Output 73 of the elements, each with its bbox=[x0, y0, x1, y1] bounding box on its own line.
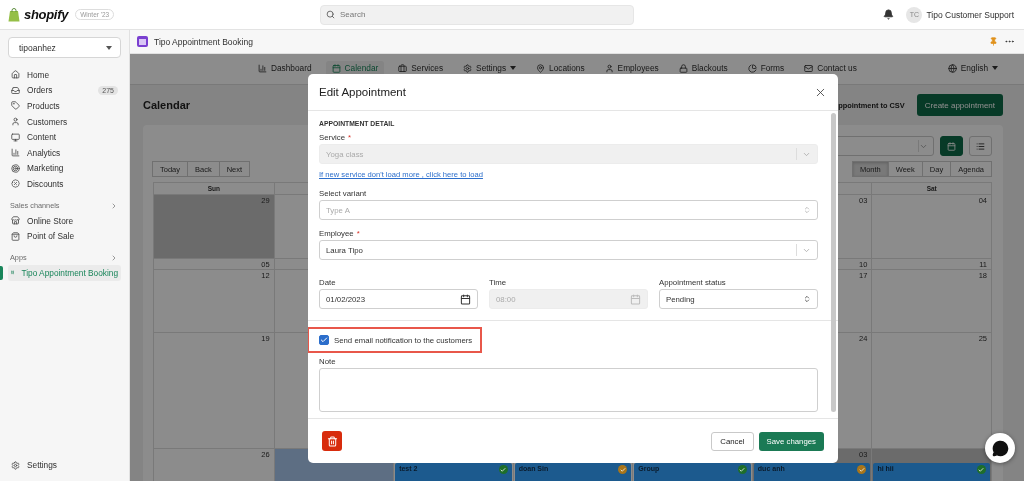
chevron-right-icon bbox=[110, 253, 118, 262]
sidebar-item[interactable]: Content bbox=[8, 129, 121, 145]
create-appointment-button[interactable]: Create appointment bbox=[916, 94, 1003, 116]
home-icon bbox=[11, 70, 20, 80]
globe-icon bbox=[947, 63, 957, 73]
bar-chart-icon bbox=[258, 63, 267, 73]
trash-icon bbox=[326, 435, 338, 447]
nav-tab[interactable]: Employees bbox=[598, 61, 665, 75]
map-pin-icon bbox=[536, 63, 546, 73]
bell-icon[interactable] bbox=[883, 9, 895, 20]
nav-tab[interactable]: Locations bbox=[530, 61, 591, 75]
nav-tab[interactable]: Dashboard bbox=[252, 61, 318, 75]
chevron-right-icon bbox=[110, 201, 118, 210]
dialog-title: Edit Appointment bbox=[319, 86, 406, 98]
notify-checkbox[interactable] bbox=[319, 335, 329, 345]
nav-tab[interactable]: Calendar bbox=[325, 61, 385, 75]
up-down-icon bbox=[803, 206, 811, 214]
lock-icon bbox=[678, 63, 688, 73]
briefcase-icon bbox=[398, 63, 408, 73]
chat-button[interactable] bbox=[985, 433, 1015, 463]
app-icon bbox=[137, 36, 148, 47]
logo-text: shopify bbox=[24, 7, 69, 22]
calendar-icon bbox=[630, 293, 641, 305]
inbox-icon bbox=[11, 85, 20, 95]
caret-down-icon bbox=[992, 66, 998, 70]
note-field[interactable] bbox=[319, 368, 818, 412]
nav-tab[interactable]: Blackouts bbox=[672, 61, 734, 75]
target-icon bbox=[11, 163, 20, 173]
nav-tab[interactable]: Forms bbox=[741, 61, 791, 75]
sidebar-item[interactable]: Products bbox=[8, 98, 121, 114]
sidebar-item[interactable]: Home bbox=[8, 67, 121, 83]
language-selector[interactable]: English bbox=[941, 61, 1004, 75]
list-icon bbox=[976, 141, 985, 151]
nav-tab[interactable]: Contact us bbox=[798, 61, 863, 75]
chat-bubble-icon bbox=[991, 439, 1009, 457]
search-field[interactable]: Search bbox=[320, 4, 634, 25]
percent-badge-icon bbox=[11, 179, 20, 189]
settings-icon bbox=[463, 63, 473, 73]
pin-icon[interactable] bbox=[989, 37, 998, 46]
pie-chart-icon bbox=[747, 63, 757, 73]
sidebar-item[interactable]: Customers bbox=[8, 113, 121, 130]
search-icon bbox=[326, 9, 335, 19]
settings-link[interactable]: Settings bbox=[8, 457, 121, 473]
sidebar-item[interactable]: Point of Sale bbox=[8, 228, 121, 244]
person-icon bbox=[604, 63, 614, 73]
caret-down-icon bbox=[106, 45, 112, 50]
sidebar-item[interactable]: Discounts bbox=[8, 176, 121, 192]
calendar-icon bbox=[460, 293, 471, 305]
sidebar-item[interactable]: Online Store bbox=[8, 212, 121, 229]
nav-tab[interactable]: Services bbox=[392, 61, 450, 75]
up-down-icon bbox=[803, 295, 811, 303]
scrollbar[interactable] bbox=[831, 113, 836, 412]
calendar-view-button[interactable] bbox=[940, 136, 963, 156]
tag-icon bbox=[11, 101, 20, 111]
mail-icon bbox=[804, 63, 814, 73]
person-icon bbox=[11, 117, 20, 127]
list-view-button[interactable] bbox=[969, 136, 992, 156]
shopping-bag-logo-icon bbox=[8, 7, 20, 22]
settings-icon bbox=[11, 460, 20, 470]
store-selector[interactable]: tipoanhez bbox=[8, 37, 121, 58]
delete-button[interactable] bbox=[322, 431, 342, 451]
bar-chart-icon bbox=[11, 148, 20, 158]
sidebar-item[interactable]: Marketing bbox=[8, 160, 121, 177]
monitor-icon bbox=[11, 132, 20, 142]
sidebar-item[interactable]: Analytics bbox=[8, 144, 121, 161]
bag-icon bbox=[11, 231, 20, 241]
calendar-icon bbox=[947, 141, 956, 151]
page-title: Calendar bbox=[143, 99, 192, 111]
calendar-icon bbox=[331, 63, 341, 73]
app-title: Tipo Appointment Booking bbox=[154, 36, 254, 47]
nav-tab[interactable]: Settings bbox=[457, 61, 523, 75]
store-icon bbox=[11, 216, 20, 226]
user-name[interactable]: Tipo Customer Support bbox=[926, 9, 1014, 20]
